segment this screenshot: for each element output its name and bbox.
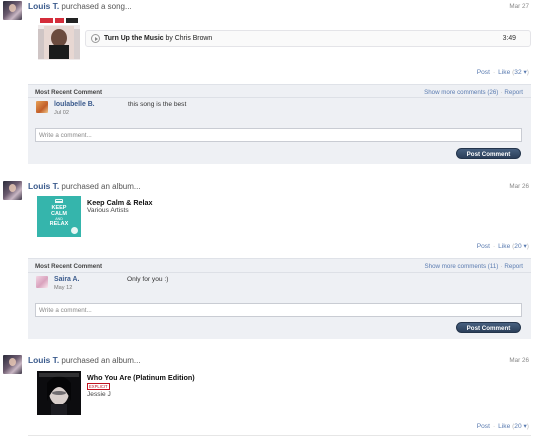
post-date: Mar 26 [509,357,529,364]
comment-input[interactable] [35,303,522,317]
user-name-link[interactable]: Louis T. [28,1,59,11]
song-cover-art[interactable] [38,16,80,60]
comments-links: Show more comments (26) · Report [424,89,523,96]
like-count: 20 [514,243,522,250]
track-name[interactable]: Turn Up the Music [104,35,164,42]
user-name-link[interactable]: Louis T. [28,181,59,191]
report-link[interactable]: Report [504,89,523,96]
comment-text: Only for you :) [127,276,169,283]
feed-headline: Louis T. purchased an album... [28,355,141,365]
crown-icon [55,199,63,203]
show-more-comments-link[interactable]: Show more comments (26) [424,89,498,96]
comment-text: this song is the best [128,101,187,108]
cd-icon [71,227,78,234]
report-link[interactable]: Report [504,263,523,270]
separator: · [500,263,503,270]
album-cover-art[interactable] [37,371,81,415]
like-count-badge[interactable]: (20 ▾) [512,423,529,430]
like-count: 20 [514,423,522,430]
post-link[interactable]: Post [477,243,490,250]
post-actions: Post · Like (20 ▾) [477,422,529,430]
user-avatar[interactable] [3,355,22,374]
like-count: 32 [514,69,522,76]
feed-headline: Louis T. purchased a song... [28,1,132,11]
commenter-name[interactable]: loulabelle B. [54,101,95,108]
like-link[interactable]: Like [498,243,510,250]
comment-section: Most Recent Comment Show more comments (… [28,258,531,339]
post-actions: Post · Like (20 ▾) [477,242,529,250]
album-artist[interactable]: Jessie J [87,391,111,398]
album-artist[interactable]: Various Artists [87,207,129,214]
track-duration: 3:49 [502,35,516,42]
album-cover-art[interactable]: KEEP CALM AND RELAX [37,196,81,237]
post-actions: Post · Like (32 ▾) [477,68,529,76]
show-more-comments-link[interactable]: Show more comments (11) [425,263,499,270]
post-link[interactable]: Post [477,69,490,76]
like-count-badge[interactable]: (20 ▾) [512,243,529,250]
album-title[interactable]: Who You Are (Platinum Edition) [87,373,195,382]
comments-header: Most Recent Comment [35,89,103,96]
activity-text: purchased an album... [61,356,141,365]
separator: · [492,69,496,76]
like-count-badge[interactable]: (32 ▾) [512,69,529,76]
post-comment-button[interactable]: Post Comment [456,148,521,159]
like-link[interactable]: Like [498,69,510,76]
activity-text: purchased an album... [61,182,141,191]
divider [28,435,531,436]
commenter-avatar[interactable] [36,276,48,288]
like-link[interactable]: Like [498,423,510,430]
comments-links: Show more comments (11) · Report [425,263,523,270]
post-date: Mar 27 [509,3,529,10]
post-date: Mar 26 [509,183,529,190]
track-by: by [165,35,173,42]
user-avatar[interactable] [3,181,22,200]
separator: · [492,243,496,250]
comments-header: Most Recent Comment [35,263,103,270]
comment-section: Most Recent Comment Show more comments (… [28,84,531,164]
post-link[interactable]: Post [477,423,490,430]
comment-date: Jul 02 [54,110,69,116]
post-comment-button[interactable]: Post Comment [456,322,521,333]
activity-text: purchased a song... [61,2,132,11]
comment-item: Saira A. May 12 Only for you :) [28,272,531,296]
user-name-link[interactable]: Louis T. [28,355,59,365]
track-artist[interactable]: Chris Brown [175,35,213,42]
song-player[interactable]: Turn Up the Music by Chris Brown 3:49 [85,30,531,47]
separator: · [500,89,503,96]
explicit-badge: EXPLICIT [87,383,110,390]
comment-item: loulabelle B. Jul 02 this song is the be… [28,97,531,122]
comment-date: May 12 [54,285,73,291]
track-title: Turn Up the Music by Chris Brown [104,35,212,42]
separator: · [492,423,496,430]
commenter-avatar[interactable] [36,101,48,113]
user-avatar[interactable] [3,1,22,20]
comment-input[interactable] [35,128,522,142]
album-title[interactable]: Keep Calm & Relax [87,198,153,207]
commenter-name[interactable]: Saira A. [54,276,79,283]
play-icon[interactable] [91,34,100,43]
feed-headline: Louis T. purchased an album... [28,181,141,191]
